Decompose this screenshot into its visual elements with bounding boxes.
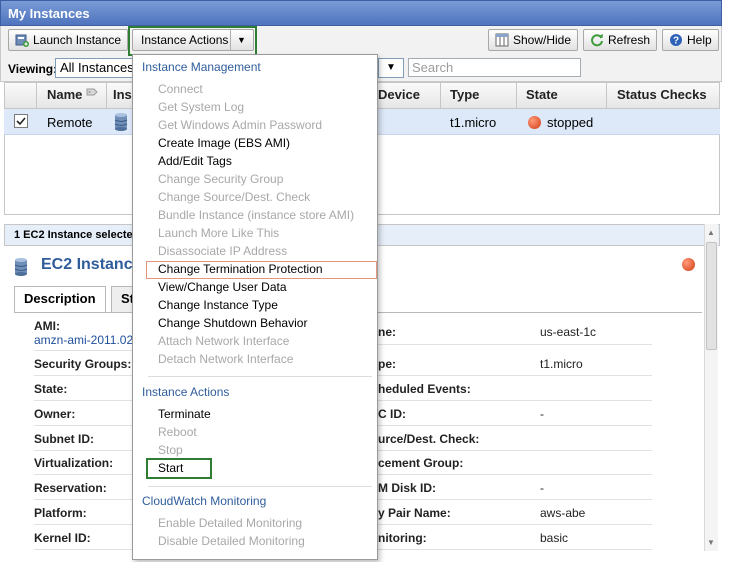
menu-item-view-change-user-data[interactable]: View/Change User Data (158, 280, 287, 294)
detail-label-owner: Owner: (34, 407, 76, 421)
detail-label-ami: AMI: (34, 319, 60, 333)
menu-item-stop: Stop (158, 443, 183, 457)
row-name: Remote (47, 115, 93, 130)
detail-label-platform: Platform: (34, 506, 87, 520)
menu-item-change-instance-type[interactable]: Change Instance Type (158, 298, 278, 312)
menu-item-attach-network-interface: Attach Network Interface (158, 334, 290, 348)
menu-item-bundle-instance: Bundle Instance (instance store AMI) (158, 208, 355, 222)
detail-value-type: t1.micro (540, 357, 583, 371)
detail-label-subnet-id: Subnet ID: (34, 432, 94, 446)
database-icon (114, 113, 128, 134)
menu-item-launch-more-like-this: Launch More Like This (158, 226, 280, 240)
instance-actions-label: Instance Actions (141, 33, 229, 47)
menu-item-change-shutdown-behavior[interactable]: Change Shutdown Behavior (158, 316, 307, 330)
menu-item-enable-detailed-monitoring: Enable Detailed Monitoring (158, 516, 303, 530)
refresh-icon (590, 33, 604, 47)
menu-item-change-source-dest-check: Change Source/Dest. Check (158, 190, 311, 204)
refresh-button[interactable]: Refresh (583, 29, 658, 51)
detail-value-zone: us-east-1c (540, 325, 597, 339)
columns-icon (495, 33, 509, 47)
viewing-select[interactable]: All Instances (55, 58, 135, 78)
detail-label-source-dest-check: urce/Dest. Check: (378, 432, 480, 446)
menu-item-connect: Connect (158, 82, 203, 96)
menu-divider (148, 376, 372, 377)
selected-count: 1 EC2 Instance selecte (14, 229, 133, 241)
detail-label-zone: ne: (378, 325, 396, 339)
tag-sort-icon[interactable] (86, 86, 100, 101)
launch-instance-label: Launch Instance (33, 33, 122, 47)
menu-item-create-image[interactable]: Create Image (EBS AMI) (158, 136, 290, 150)
show-hide-label: Show/Hide (513, 33, 572, 47)
column-header-name[interactable]: Name (47, 87, 82, 102)
scroll-down-icon[interactable]: ▼ (705, 537, 717, 549)
menu-item-change-security-group: Change Security Group (158, 172, 284, 186)
menu-item-change-termination-protection[interactable]: Change Termination Protection (158, 262, 323, 276)
menu-section-instance-management: Instance Management (142, 60, 261, 74)
search-input[interactable] (408, 58, 581, 77)
detail-value-ami[interactable]: amzn-ami-2011.02 (34, 333, 133, 347)
detail-label-kernel-id: Kernel ID: (34, 531, 91, 545)
detail-value-monitoring: basic (540, 531, 569, 545)
details-title: EC2 Instanc (41, 256, 133, 273)
detail-label-type: pe: (378, 357, 396, 371)
chevron-down-icon: ▼ (386, 62, 396, 73)
detail-label-virtualization: Virtualization: (34, 456, 114, 470)
menu-item-reboot: Reboot (158, 425, 197, 439)
detail-label-vpc-id: C ID: (378, 407, 406, 421)
dropdown-divider (230, 30, 231, 50)
show-hide-button[interactable]: Show/Hide (488, 29, 579, 51)
menu-item-disable-detailed-monitoring: Disable Detailed Monitoring (158, 534, 305, 548)
scroll-up-icon[interactable]: ▲ (705, 227, 717, 239)
menu-item-add-edit-tags[interactable]: Add/Edit Tags (158, 154, 232, 168)
detail-value-ram-disk-id: - (540, 481, 544, 495)
row-type: t1.micro (450, 115, 497, 130)
scrollbar-thumb[interactable] (706, 242, 717, 350)
column-header-device[interactable]: Device (378, 87, 420, 102)
menu-divider (148, 486, 372, 487)
column-header-state[interactable]: State (526, 87, 558, 102)
chevron-down-icon: ▼ (237, 35, 246, 45)
menu-item-detach-network-interface: Detach Network Interface (158, 352, 294, 366)
help-button[interactable]: ? Help (662, 29, 719, 51)
detail-value-vpc-id: - (540, 407, 544, 421)
svg-text:?: ? (673, 36, 679, 47)
menu-item-get-system-log: Get System Log (158, 100, 245, 114)
menu-item-start[interactable]: Start (158, 461, 183, 475)
column-header-type[interactable]: Type (450, 87, 479, 102)
menu-item-get-windows-admin-password: Get Windows Admin Password (158, 118, 323, 132)
refresh-label: Refresh (608, 33, 651, 47)
detail-label-scheduled-events: heduled Events: (378, 382, 471, 396)
stopped-status-icon (528, 116, 541, 129)
viewing-label: Viewing: (8, 62, 58, 76)
menu-item-terminate[interactable]: Terminate (158, 407, 211, 421)
help-icon: ? (669, 33, 683, 47)
instance-actions-button[interactable]: Instance Actions ▼ (132, 29, 254, 51)
detail-label-state: State: (34, 382, 68, 396)
detail-label-security-groups: Security Groups: (34, 357, 132, 371)
panel-title-bar: My Instances (0, 0, 722, 26)
menu-section-cloudwatch: CloudWatch Monitoring (142, 494, 267, 508)
column-header-status-checks[interactable]: Status Checks (617, 87, 707, 102)
menu-section-instance-actions: Instance Actions (142, 385, 230, 399)
filter-dropdown[interactable]: ▼ (378, 58, 404, 78)
detail-label-key-pair-name: y Pair Name: (378, 506, 451, 520)
detail-label-ram-disk-id: M Disk ID: (378, 481, 437, 495)
menu-item-disassociate-ip: Disassociate IP Address (158, 244, 288, 258)
detail-label-reservation: Reservation: (34, 481, 107, 495)
help-label: Help (687, 33, 712, 47)
tab-description[interactable]: Description (14, 286, 106, 313)
panel-title: My Instances (8, 6, 90, 21)
detail-value-key-pair-name: aws-abe (540, 506, 586, 520)
detail-label-monitoring: nitoring: (378, 531, 427, 545)
row-state: stopped (547, 115, 594, 130)
launch-instance-icon (15, 33, 29, 47)
database-icon (14, 258, 28, 279)
row-checkbox[interactable] (14, 114, 28, 128)
column-header-ins[interactable]: Ins (113, 87, 132, 102)
stopped-status-icon (682, 258, 695, 271)
launch-instance-button[interactable]: Launch Instance (8, 29, 129, 51)
detail-label-placement-group: cement Group: (378, 456, 464, 470)
